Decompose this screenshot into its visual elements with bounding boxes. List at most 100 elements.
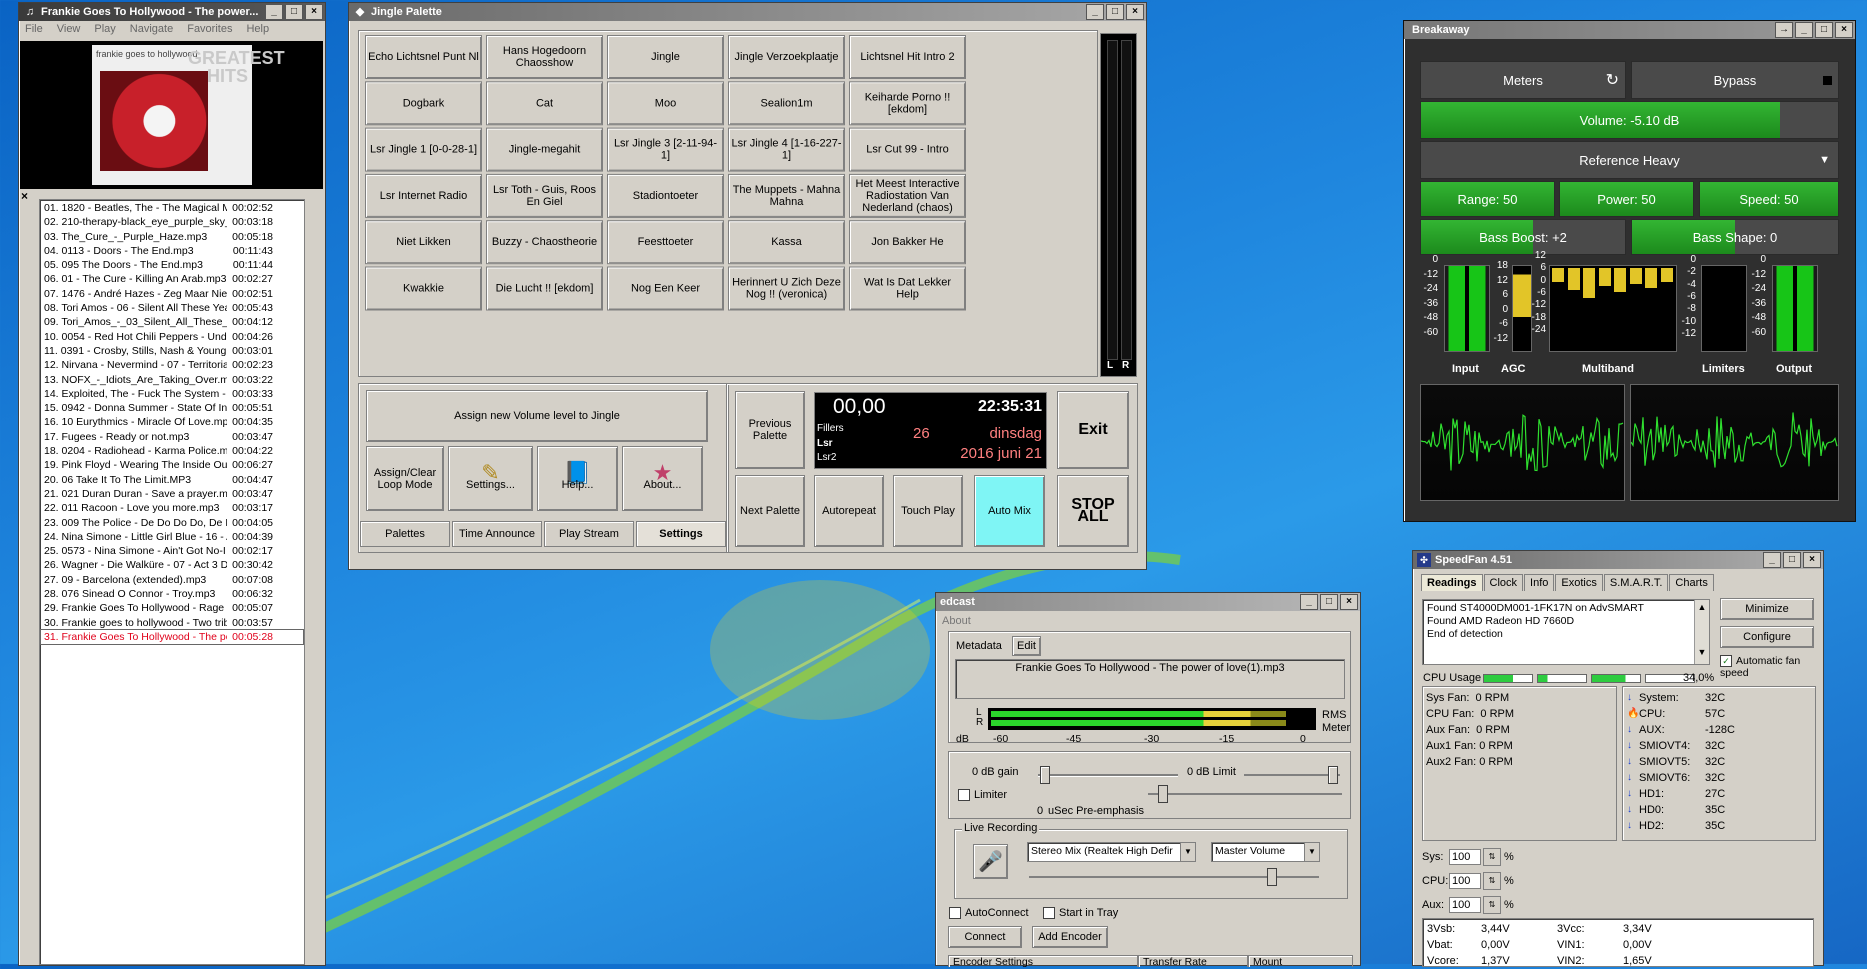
menu-help[interactable]: Help (246, 21, 269, 38)
tab-readings[interactable]: Readings (1421, 574, 1483, 591)
jingle-button[interactable]: Herinnert U Zich Deze Nog !! (veronica) (728, 266, 845, 311)
playlist-close-icon[interactable]: × (21, 189, 28, 203)
close-button[interactable]: × (1835, 22, 1853, 38)
jingle-button[interactable]: Jon Bakker He (849, 220, 966, 265)
playlist-row[interactable]: 28. 076 Sinead O Connor - Troy.mp3 00:06:… (41, 587, 303, 601)
settings-button[interactable]: ✎ Settings... (448, 446, 533, 511)
playlist-row[interactable]: 25. 0573 - Nina Simone - Ain't Got No-I … (41, 544, 303, 558)
speed-input[interactable]: 100 (1449, 873, 1481, 889)
tab-smart[interactable]: S.M.A.R.T. (1603, 574, 1669, 591)
playlist-row[interactable]: 13. NOFX_-_Idiots_Are_Taking_Over.mp3 00:… (41, 373, 303, 387)
close-button[interactable]: × (1126, 4, 1144, 20)
encoder-column-header[interactable]: Transfer Rate (1138, 955, 1248, 967)
auto-mix-button[interactable]: Auto Mix (974, 475, 1045, 547)
tab-play-stream[interactable]: Play Stream (544, 521, 634, 547)
auto-fan-speed-checkbox[interactable]: ✓ Automatic fan speed (1720, 655, 1820, 679)
stop-all-button[interactable]: STOP ALL (1057, 475, 1129, 547)
jingle-button[interactable]: Sealion1m (728, 81, 845, 126)
bypass-button[interactable]: Bypass (1631, 61, 1839, 99)
jingle-button[interactable]: Hans Hogedoorn Chaosshow (486, 35, 603, 79)
power-slider[interactable]: Power: 50 (1559, 181, 1694, 217)
limit-slider-thumb[interactable] (1328, 766, 1338, 784)
minimize-button[interactable]: _ (1795, 22, 1813, 38)
jingle-button[interactable]: Jingle-megahit (486, 127, 603, 172)
menu-favorites[interactable]: Favorites (187, 21, 232, 38)
preemphasis-slider[interactable] (1148, 783, 1342, 803)
menu-play[interactable]: Play (94, 21, 115, 38)
tab-charts[interactable]: Charts (1669, 574, 1714, 591)
maximize-button[interactable]: □ (1320, 594, 1338, 610)
touch-play-button[interactable]: Touch Play (893, 475, 963, 547)
breakaway-titlebar[interactable]: Breakaway → _ □ × (1404, 21, 1855, 39)
playlist-row[interactable]: 26. Wagner - Die Walküre - 07 - Act 3 Dé… (41, 558, 303, 572)
maximize-button[interactable]: □ (285, 4, 303, 20)
jingle-button[interactable]: Lsr Internet Radio (365, 173, 482, 218)
exit-button[interactable]: Exit (1057, 391, 1129, 469)
playlist-row[interactable]: 20. 06 Take It To The Limit.MP3 00:04:47 (41, 473, 303, 487)
playlist-row[interactable]: 16. 10 Eurythmics - Miracle Of Love.mp3 0… (41, 415, 303, 429)
pin-icon[interactable]: → (1775, 22, 1793, 38)
minimize-button[interactable]: _ (1763, 552, 1781, 568)
playlist-row[interactable]: 27. 09 - Barcelona (extended).mp3 00:07:0… (41, 573, 303, 587)
autorepeat-button[interactable]: Autorepeat (814, 475, 884, 547)
limit-slider[interactable] (1244, 763, 1340, 785)
menu-navigate[interactable]: Navigate (130, 21, 173, 38)
help-button[interactable]: 📘 Help... (537, 446, 618, 511)
volume-source-select[interactable]: Master Volume ▼ (1211, 842, 1320, 862)
maximize-button[interactable]: □ (1815, 22, 1833, 38)
playlist-row[interactable]: 12. Nirvana - Nevermind - 07 - Territori… (41, 358, 303, 372)
speed-slider[interactable]: Speed: 50 (1699, 181, 1839, 217)
volume-slider[interactable]: Volume: -5.10 dB (1420, 101, 1839, 139)
jingle-button[interactable]: Keiharde Porno !! [ekdom] (849, 81, 966, 126)
playlist-row[interactable]: 09. Tori_Amos_-_03_Silent_All_These_Ye..… (41, 315, 303, 329)
recording-device-select[interactable]: Stereo Mix (Realtek High Defir ▼ (1027, 842, 1196, 862)
jingle-button[interactable]: Stadiontoeter (607, 173, 724, 218)
jingle-button[interactable]: The Muppets - Mahna Mahna (728, 173, 845, 218)
encoder-column-header[interactable]: Encoder Settings (948, 955, 1138, 967)
playlist-row[interactable]: 10. 0054 - Red Hot Chili Peppers - Under… (41, 330, 303, 344)
speed-spinner-icon[interactable]: ⇅ (1483, 896, 1501, 914)
encoder-column-header[interactable]: Mount (1248, 955, 1353, 967)
playlist-row[interactable]: 01. 1820 - Beatles, The - The Magical My… (41, 201, 303, 215)
gain-slider-thumb[interactable] (1040, 766, 1050, 784)
jingle-button[interactable]: Lichtsnel Hit Intro 2 (849, 35, 966, 79)
speedfan-titlebar[interactable]: ✣ SpeedFan 4.51 _ □ × (1413, 551, 1823, 569)
jingle-button[interactable]: Wat Is Dat Lekker Help (849, 266, 966, 311)
jingle-button[interactable]: Dogbark (365, 81, 482, 126)
menu-file[interactable]: File (25, 21, 43, 38)
recording-volume-slider[interactable] (1029, 867, 1319, 887)
playlist-row[interactable]: 07. 1476 - André Hazes - Zeg Maar Niets … (41, 287, 303, 301)
preemphasis-slider-thumb[interactable] (1158, 785, 1168, 803)
jingle-button[interactable]: Lsr Jingle 4 [1-16-227-1] (728, 127, 845, 172)
recording-volume-thumb[interactable] (1267, 868, 1277, 886)
close-button[interactable]: × (305, 4, 323, 20)
minimize-button[interactable]: _ (1086, 4, 1104, 20)
speed-spinner-icon[interactable]: ⇅ (1483, 848, 1501, 866)
playlist-row[interactable]: 15. 0942 - Donna Summer - State Of Inde.… (41, 401, 303, 415)
close-button[interactable]: × (1803, 552, 1821, 568)
about-menu[interactable]: About (942, 615, 971, 627)
playlist-row[interactable]: 08. Tori Amos - 06 - Silent All These Ye… (41, 301, 303, 315)
playlist-row[interactable]: 17. Fugees - Ready or not.mp3 00:03:47 (41, 430, 303, 444)
playlist-row[interactable]: 24. Nina Simone - Little Girl Blue - 16 … (41, 530, 303, 544)
jingle-button[interactable]: Lsr Jingle 3 [2-11-94-1] (607, 127, 724, 172)
jingle-button[interactable]: Jingle (607, 35, 724, 79)
autoconnect-checkbox[interactable]: AutoConnect (949, 907, 1029, 920)
connect-button[interactable]: Connect (948, 926, 1022, 948)
tab-info[interactable]: Info (1524, 574, 1555, 591)
maximize-button[interactable]: □ (1783, 552, 1801, 568)
playlist-row[interactable]: 06. 01 - The Cure - Killing An Arab.mp3 0… (41, 272, 303, 286)
jingle-button[interactable]: Het Meest Interactive Radiostation Van N… (849, 173, 966, 218)
menu-view[interactable]: View (57, 21, 81, 38)
tab-palettes[interactable]: Palettes (360, 521, 450, 547)
start-in-tray-checkbox[interactable]: Start in Tray (1043, 907, 1118, 920)
speedfan-configure-button[interactable]: Configure (1720, 626, 1814, 648)
tab-settings[interactable]: Settings (636, 521, 726, 547)
playlist-row[interactable]: 23. 009 The Police - De Do Do Do, De Da … (41, 516, 303, 530)
bass-shape-slider[interactable]: Bass Shape: 0 (1631, 219, 1839, 255)
playlist-row[interactable]: 02. 210-therapy-black_eye_purple_sky_(..… (41, 215, 303, 229)
jingle-button[interactable]: Buzzy - Chaostheorie (486, 220, 603, 265)
playlist-row[interactable]: 30. Frankie goes to hollywood - Two trib… (41, 616, 303, 630)
gain-slider[interactable] (1038, 763, 1178, 785)
playlist-row[interactable]: 18. 0204 - Radiohead - Karma Police.mp3 0… (41, 444, 303, 458)
